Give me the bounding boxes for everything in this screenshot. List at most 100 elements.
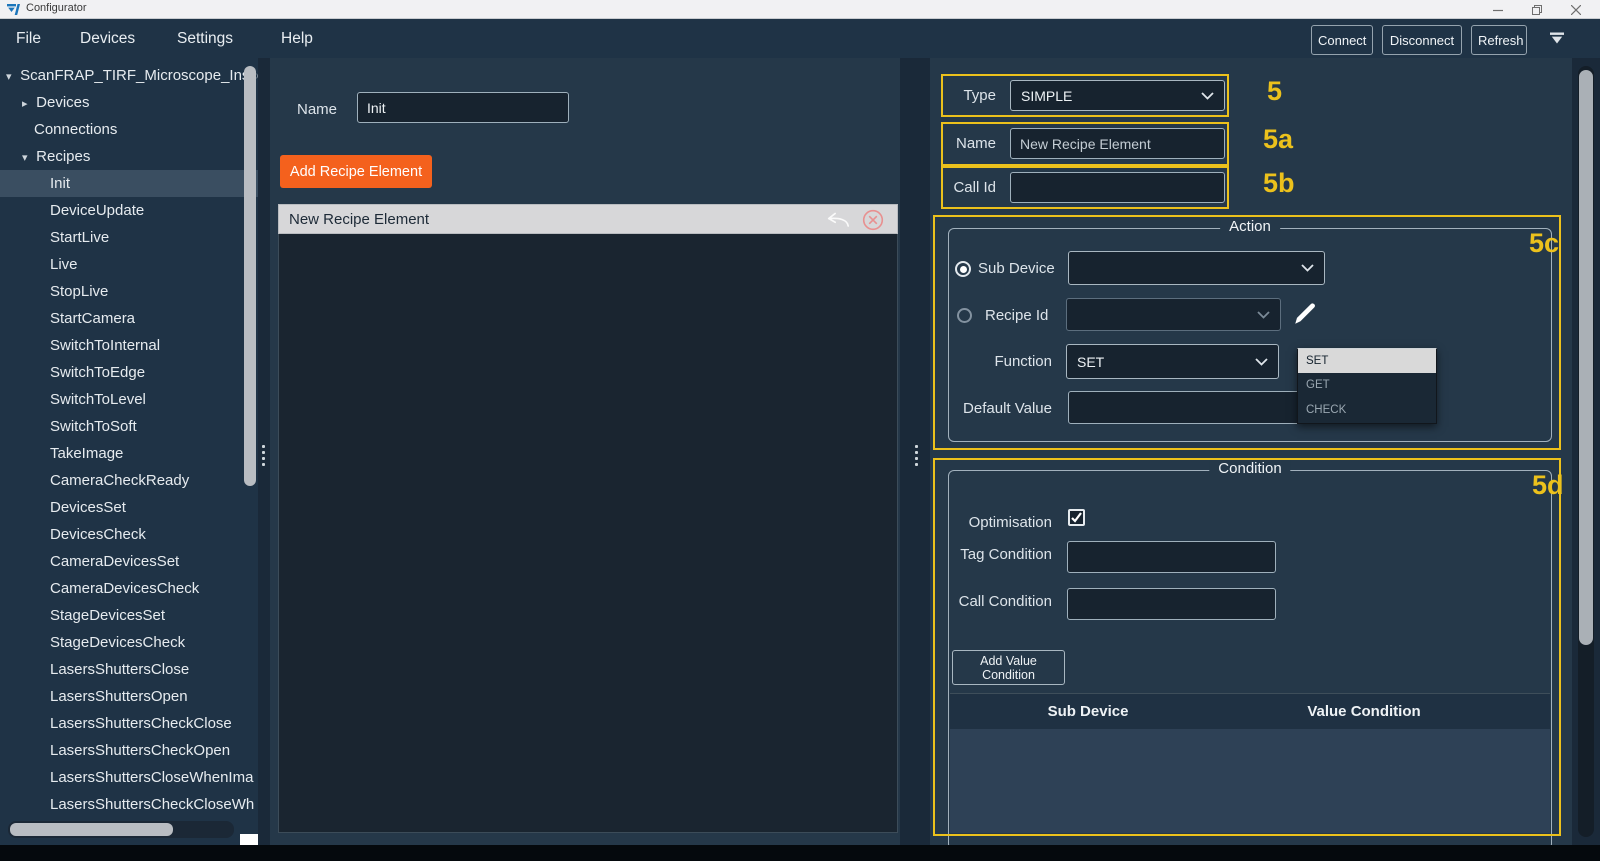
tree-root-node[interactable]: ▾ ScanFRAP_TIRF_Microscope_Insco — [0, 62, 258, 89]
recipe-id-dropdown[interactable] — [1066, 298, 1281, 331]
function-dropdown-popup: SETGETCHECK — [1297, 348, 1437, 424]
tree-recipe-item[interactable]: LasersShuttersOpen — [0, 683, 258, 710]
tree-recipe-item[interactable]: SwitchToInternal — [0, 332, 258, 359]
tree-recipe-item[interactable]: SwitchToSoft — [0, 413, 258, 440]
splitter-grip-icon[interactable] — [261, 445, 265, 466]
chevron-down-icon — [1257, 311, 1270, 319]
app-logo-icon — [7, 3, 21, 16]
menubar: File Devices Settings Help Connect Disconnec… — [0, 19, 1600, 58]
tree-recipe-item[interactable]: LasersShuttersCheckOpen — [0, 737, 258, 764]
sub-device-dropdown[interactable] — [1068, 251, 1325, 285]
tree-recipe-item[interactable]: StageDevicesCheck — [0, 629, 258, 656]
type-label: Type — [930, 80, 996, 111]
recipe-element-title: New Recipe Element — [289, 205, 429, 235]
remove-element-icon[interactable] — [862, 209, 884, 231]
sidebar-horizontal-scrollbar[interactable] — [8, 821, 234, 838]
call-condition-input[interactable] — [1067, 588, 1276, 620]
tree-recipe-item[interactable]: LasersShuttersCheckClose — [0, 710, 258, 737]
tree-recipe-item[interactable]: StartLive — [0, 224, 258, 251]
tree-node-connections[interactable]: Connections — [0, 116, 258, 143]
menu-file[interactable]: File — [10, 19, 47, 58]
menu-help[interactable]: Help — [275, 19, 319, 58]
center-splitter[interactable] — [900, 58, 930, 845]
annotation-label-5a: 5a — [1263, 124, 1293, 155]
element-details-panel: Type SIMPLE 5 Name 5a Call Id 5b Action … — [930, 58, 1572, 845]
splitter-grip-icon[interactable] — [914, 445, 918, 466]
recipe-element-header[interactable]: New Recipe Element — [278, 204, 898, 234]
left-splitter[interactable] — [258, 58, 270, 845]
tree-recipe-item[interactable]: TakeImage — [0, 440, 258, 467]
annotation-label-5: 5 — [1267, 76, 1282, 107]
window-title: Configurator — [26, 2, 87, 14]
expand-arrow-icon[interactable]: ▸ — [22, 91, 32, 116]
edit-pencil-icon[interactable] — [1292, 301, 1318, 327]
table-header-sub-device: Sub Device — [950, 694, 1226, 729]
element-name-input[interactable] — [1010, 128, 1225, 159]
connect-button[interactable]: Connect — [1311, 25, 1373, 55]
function-dropdown[interactable]: SET — [1066, 344, 1279, 379]
sub-device-radio[interactable] — [955, 261, 971, 277]
type-dropdown[interactable]: SIMPLE — [1010, 80, 1225, 111]
add-recipe-element-button[interactable]: Add Recipe Element — [280, 155, 432, 188]
tree-recipe-item[interactable]: CameraCheckReady — [0, 467, 258, 494]
value-condition-table-header: Sub DeviceValue Condition — [950, 693, 1550, 729]
optimisation-checkbox[interactable] — [1068, 509, 1085, 526]
tree-recipe-item[interactable]: LasersShuttersClose — [0, 656, 258, 683]
collapse-arrow-icon[interactable]: ▾ — [6, 64, 16, 89]
value-condition-table: Sub DeviceValue Condition — [950, 693, 1550, 833]
tree-recipe-item[interactable]: CameraDevicesSet — [0, 548, 258, 575]
function-option-set[interactable]: SET — [1298, 349, 1436, 373]
sidebar-tree: ▾ ScanFRAP_TIRF_Microscope_Insco ▸ Devic… — [0, 58, 258, 845]
tree-node-devices[interactable]: ▸ Devices — [0, 89, 258, 116]
action-legend: Action — [1220, 218, 1280, 235]
recipe-name-label: Name — [297, 94, 337, 125]
menu-settings[interactable]: Settings — [171, 19, 239, 58]
tree-recipe-item[interactable]: SwitchToEdge — [0, 359, 258, 386]
call-id-label: Call Id — [930, 172, 996, 203]
tree-recipe-item[interactable]: SwitchToLevel — [0, 386, 258, 413]
sidebar-vertical-scrollbar[interactable] — [244, 66, 256, 486]
tree-recipe-item[interactable]: StopLive — [0, 278, 258, 305]
tree-recipe-item[interactable]: DevicesSet — [0, 494, 258, 521]
element-name-label: Name — [930, 128, 996, 159]
tree-recipe-item[interactable]: Init — [0, 170, 258, 197]
chevron-down-icon — [1255, 358, 1268, 366]
right-vertical-scrollbar-track[interactable] — [1578, 66, 1594, 837]
tree-recipe-item[interactable]: Live — [0, 251, 258, 278]
menu-devices[interactable]: Devices — [74, 19, 141, 58]
add-value-condition-button[interactable]: Add Value Condition — [952, 650, 1065, 685]
tree-recipe-item[interactable]: LasersShuttersCheckCloseWh — [0, 791, 258, 818]
collapse-arrow-icon[interactable]: ▾ — [22, 145, 32, 170]
undo-icon[interactable] — [825, 210, 851, 229]
annotation-label-5d: 5d — [1532, 470, 1564, 501]
function-option-get[interactable]: GET — [1298, 373, 1436, 398]
tree-node-recipes[interactable]: ▾ Recipes — [0, 143, 258, 170]
right-vertical-scrollbar-thumb[interactable] — [1579, 70, 1593, 645]
right-scroll-area — [1572, 58, 1600, 845]
disconnect-button[interactable]: Disconnect — [1382, 25, 1462, 55]
tree-recipe-item[interactable]: StartCamera — [0, 305, 258, 332]
call-id-input[interactable] — [1010, 172, 1225, 203]
chevron-down-icon — [1201, 92, 1214, 100]
filter-icon[interactable] — [1549, 32, 1565, 45]
maximize-button[interactable] — [1521, 0, 1553, 19]
sidebar-horizontal-scrollbar-thumb[interactable] — [10, 823, 173, 836]
function-option-check[interactable]: CHECK — [1298, 398, 1436, 423]
minimize-button[interactable] — [1482, 0, 1514, 19]
checkmark-icon — [1070, 511, 1083, 524]
tree-recipe-item[interactable]: DeviceUpdate — [0, 197, 258, 224]
refresh-button[interactable]: Refresh — [1471, 25, 1527, 55]
tree-recipe-item[interactable]: StageDevicesSet — [0, 602, 258, 629]
optimisation-label: Optimisation — [930, 507, 1052, 538]
recipe-editor-panel: Name Add Recipe Element New Recipe Eleme… — [270, 58, 900, 845]
tag-condition-input[interactable] — [1067, 541, 1276, 573]
tree-recipe-item[interactable]: LasersShuttersCloseWhenIma — [0, 764, 258, 791]
recipe-element-body — [278, 234, 898, 833]
close-button[interactable] — [1560, 0, 1592, 19]
recipe-name-input[interactable] — [357, 92, 569, 123]
default-value-input[interactable] — [1068, 391, 1325, 424]
tree-recipe-item[interactable]: DevicesCheck — [0, 521, 258, 548]
table-header-value-condition: Value Condition — [1226, 694, 1502, 729]
tree-recipe-item[interactable]: CameraDevicesCheck — [0, 575, 258, 602]
recipe-id-radio[interactable] — [957, 308, 972, 323]
